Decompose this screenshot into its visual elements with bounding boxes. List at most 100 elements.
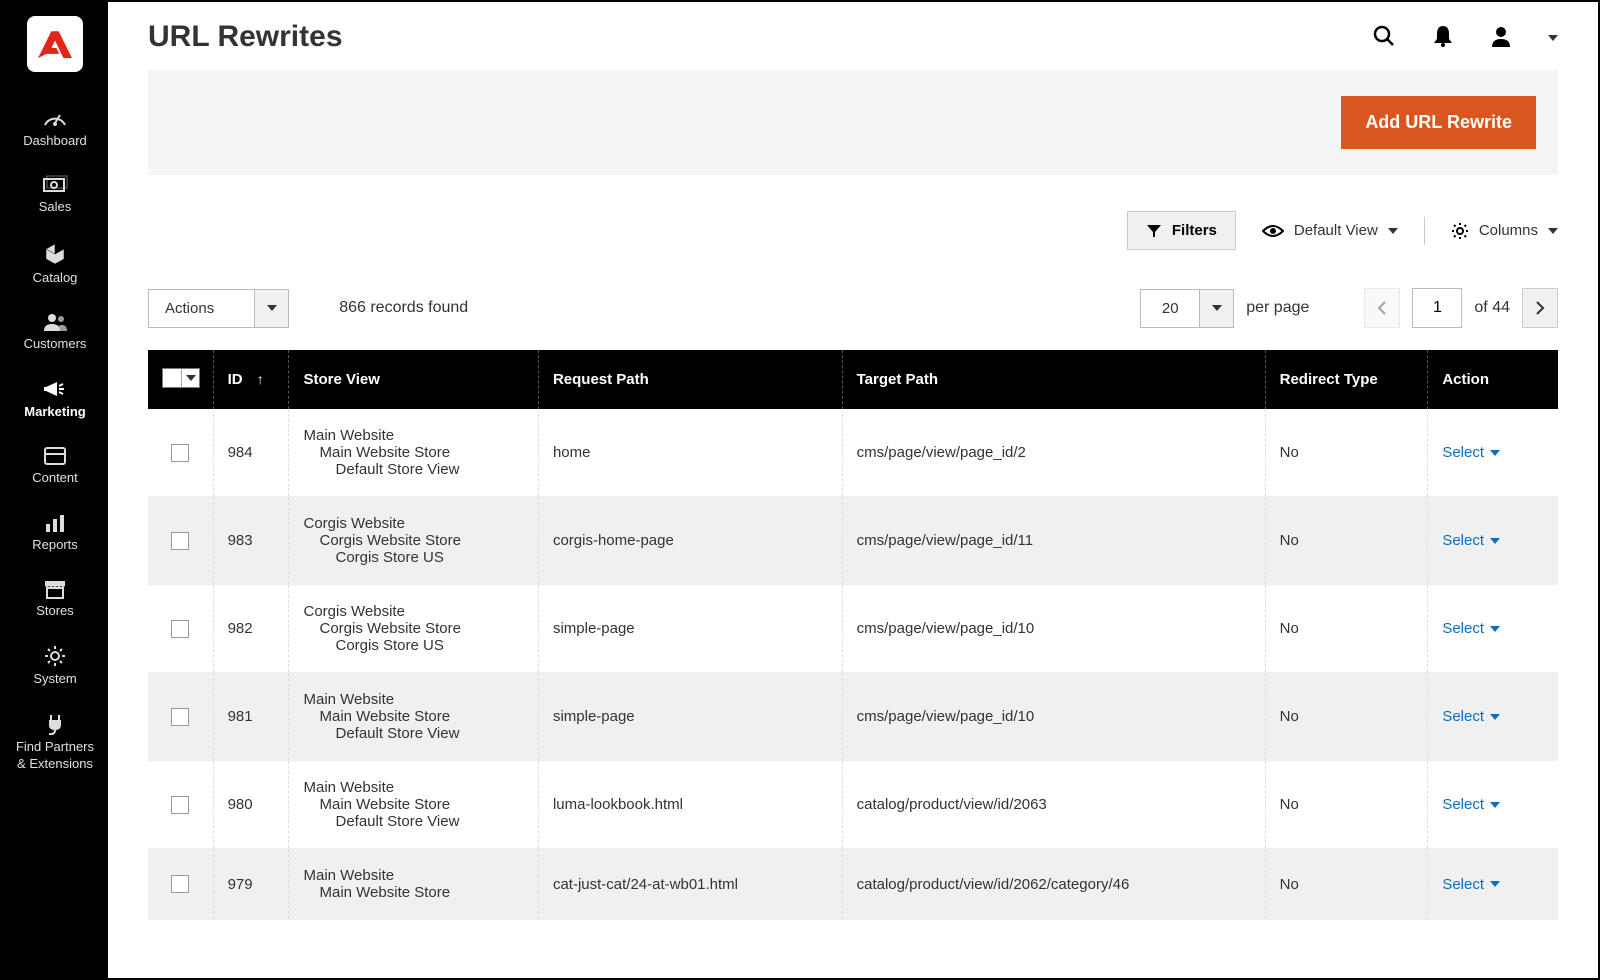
select-action-dropdown[interactable]: Select: [1442, 532, 1500, 549]
sidebar-item-dashboard[interactable]: Dashboard: [2, 94, 108, 162]
sidebar-item-catalog[interactable]: Catalog: [2, 229, 108, 299]
chevron-down-icon: [254, 290, 288, 327]
page-size-control: 20 per page: [1140, 289, 1309, 328]
cell-target-path: catalog/product/view/id/2062/category/46: [842, 849, 1265, 920]
chevron-right-icon: [1535, 301, 1545, 315]
select-action-dropdown[interactable]: Select: [1442, 876, 1500, 893]
card-icon: [43, 446, 67, 466]
row-checkbox[interactable]: [171, 875, 189, 893]
grid-toolbar: Filters Default View Columns: [148, 211, 1558, 250]
cell-request-path: corgis-home-page: [538, 497, 842, 585]
add-url-rewrite-button[interactable]: Add URL Rewrite: [1341, 96, 1536, 149]
cell-redirect-type: No: [1265, 761, 1428, 849]
header-store-view[interactable]: Store View: [289, 350, 538, 409]
sidebar: Dashboard Sales Catalog Customers Marke: [2, 2, 108, 978]
cell-request-path: luma-lookbook.html: [538, 761, 842, 849]
per-page-label: per page: [1246, 299, 1309, 317]
cell-request-path: simple-page: [538, 673, 842, 761]
prev-page-button[interactable]: [1364, 288, 1400, 328]
row-checkbox-cell: [148, 761, 213, 849]
cell-target-path: cms/page/view/page_id/10: [842, 585, 1265, 673]
row-checkbox-cell: [148, 497, 213, 585]
table-row[interactable]: 981Main WebsiteMain Website StoreDefault…: [148, 673, 1558, 761]
table-row[interactable]: 982Corgis WebsiteCorgis Website StoreCor…: [148, 585, 1558, 673]
default-view-dropdown[interactable]: Default View: [1262, 222, 1398, 239]
funnel-icon: [1146, 224, 1162, 238]
columns-dropdown[interactable]: Columns: [1451, 222, 1558, 240]
user-icon[interactable]: [1490, 25, 1512, 50]
header-action[interactable]: Action: [1428, 350, 1558, 409]
cell-target-path: catalog/product/view/id/2063: [842, 761, 1265, 849]
url-rewrites-table: ID ↑ Store View Request Path Target Path…: [148, 350, 1558, 920]
select-action-dropdown[interactable]: Select: [1442, 444, 1500, 461]
select-action-dropdown[interactable]: Select: [1442, 620, 1500, 637]
table-row[interactable]: 983Corgis WebsiteCorgis Website StoreCor…: [148, 497, 1558, 585]
chevron-down-icon: [1490, 802, 1500, 808]
header-request-path[interactable]: Request Path: [538, 350, 842, 409]
storefront-icon: [43, 579, 67, 599]
cell-target-path: cms/page/view/page_id/11: [842, 497, 1265, 585]
sidebar-item-content[interactable]: Content: [2, 433, 108, 499]
eye-icon: [1262, 224, 1284, 238]
row-checkbox-cell: [148, 673, 213, 761]
search-icon[interactable]: [1372, 24, 1396, 51]
sidebar-item-label: Marketing: [6, 404, 104, 420]
account-dropdown-caret[interactable]: [1548, 29, 1558, 45]
header-target-path[interactable]: Target Path: [842, 350, 1265, 409]
row-checkbox[interactable]: [171, 444, 189, 462]
cell-target-path: cms/page/view/page_id/2: [842, 409, 1265, 497]
logo[interactable]: [27, 16, 83, 72]
next-page-button[interactable]: [1522, 288, 1558, 328]
cell-redirect-type: No: [1265, 497, 1428, 585]
actions-label: Actions: [149, 290, 254, 327]
header-redirect-type[interactable]: Redirect Type: [1265, 350, 1428, 409]
bell-icon[interactable]: [1432, 24, 1454, 51]
filters-button[interactable]: Filters: [1127, 211, 1236, 250]
sidebar-item-system[interactable]: System: [2, 632, 108, 700]
sidebar-item-marketing[interactable]: Marketing: [2, 365, 108, 433]
table-row[interactable]: 980Main WebsiteMain Website StoreDefault…: [148, 761, 1558, 849]
row-checkbox[interactable]: [171, 708, 189, 726]
cell-id: 980: [213, 761, 289, 849]
actions-dropdown[interactable]: Actions: [148, 289, 289, 328]
select-action-dropdown[interactable]: Select: [1442, 796, 1500, 813]
sidebar-item-stores[interactable]: Stores: [2, 566, 108, 632]
page-number-input[interactable]: [1412, 288, 1462, 328]
row-checkbox[interactable]: [171, 532, 189, 550]
sidebar-item-label: System: [6, 671, 104, 687]
sidebar-item-label: Customers: [6, 336, 104, 352]
sidebar-item-reports[interactable]: Reports: [2, 500, 108, 566]
sidebar-item-customers[interactable]: Customers: [2, 299, 108, 365]
select-action-dropdown[interactable]: Select: [1442, 708, 1500, 725]
cell-id: 982: [213, 585, 289, 673]
pager: of 44: [1364, 288, 1558, 328]
header-checkbox[interactable]: [148, 350, 213, 409]
page-size-value: 20: [1141, 290, 1199, 327]
cell-redirect-type: No: [1265, 849, 1428, 920]
sidebar-item-label: Dashboard: [6, 133, 104, 149]
cell-store-view: Main WebsiteMain Website StoreDefault St…: [289, 673, 538, 761]
gear-icon: [44, 645, 66, 667]
separator: [1424, 217, 1425, 245]
header-id[interactable]: ID ↑: [213, 350, 289, 409]
table-row[interactable]: 984Main WebsiteMain Website StoreDefault…: [148, 409, 1558, 497]
chevron-left-icon: [1377, 301, 1387, 315]
chevron-down-icon: [1548, 228, 1558, 234]
sidebar-item-partners[interactable]: Find Partners & Extensions: [2, 700, 108, 785]
bars-icon: [44, 513, 66, 533]
chevron-down-icon: [1490, 626, 1500, 632]
chevron-down-icon: [1199, 290, 1233, 327]
cell-store-view: Main WebsiteMain Website StoreDefault St…: [289, 409, 538, 497]
row-checkbox[interactable]: [171, 796, 189, 814]
table-row[interactable]: 979Main WebsiteMain Website Storecat-jus…: [148, 849, 1558, 920]
cell-request-path: cat-just-cat/24-at-wb01.html: [538, 849, 842, 920]
page-size-input[interactable]: 20: [1140, 289, 1234, 328]
cell-action: Select: [1428, 849, 1558, 920]
cell-store-view: Corgis WebsiteCorgis Website StoreCorgis…: [289, 497, 538, 585]
sidebar-item-sales[interactable]: Sales: [2, 162, 108, 228]
chevron-down-icon: [1490, 538, 1500, 544]
control-row: Actions 866 records found 20 per page of…: [148, 288, 1558, 328]
row-checkbox[interactable]: [171, 620, 189, 638]
row-checkbox-cell: [148, 849, 213, 920]
chevron-down-icon: [1388, 228, 1398, 234]
